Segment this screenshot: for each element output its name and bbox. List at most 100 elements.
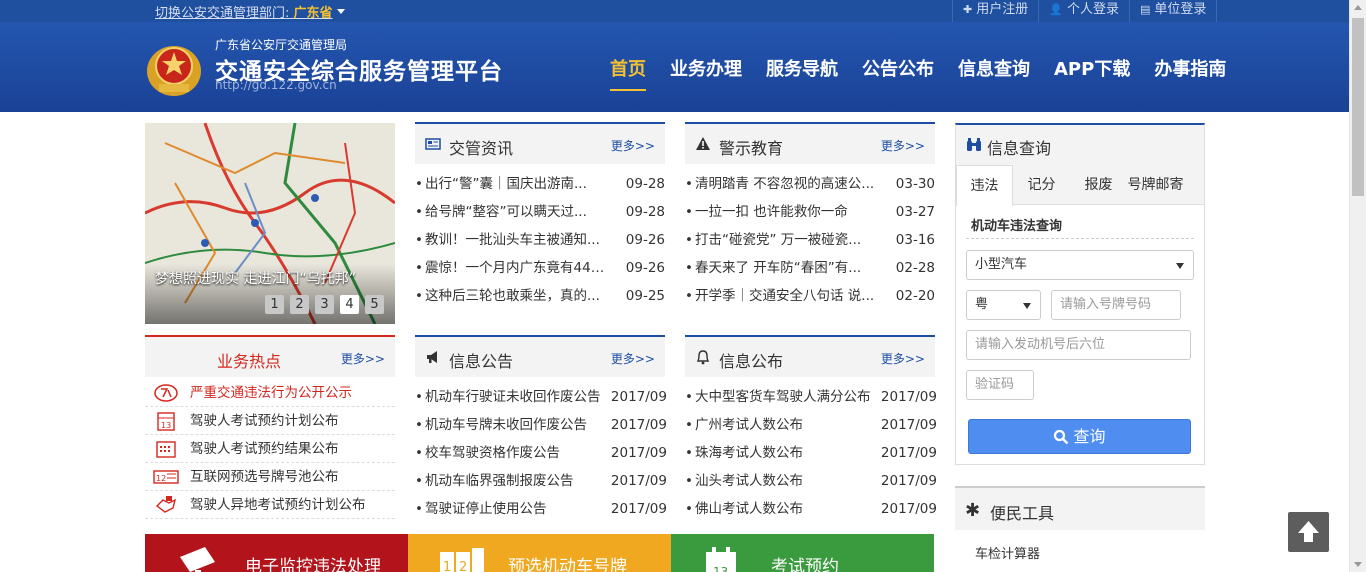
divider <box>966 238 1194 239</box>
nav-app-download[interactable]: APP下载 <box>1054 55 1130 91</box>
back-to-top-button[interactable] <box>1288 512 1329 552</box>
notice-panel: 信息公告 更多>> 机动车行驶证未收回作废公告2017/09 机动车号牌未收回作… <box>415 335 667 523</box>
carousel-page-2[interactable]: 2 <box>290 295 309 314</box>
province-select[interactable]: 粤 <box>966 290 1041 320</box>
tile-electronic-violation[interactable]: 电子监控违法处理 <box>145 534 408 572</box>
unit-login-label: 单位登录 <box>1154 2 1207 17</box>
car-inspection-calculator-link[interactable]: 车检计算器 <box>975 543 1040 562</box>
nav-announcement[interactable]: 公告公布 <box>862 55 934 91</box>
nav-guide[interactable]: 办事指南 <box>1154 55 1226 91</box>
list-item[interactable]: 出行“警”囊｜国庆出游南... 09-28 <box>415 170 665 198</box>
tab-points[interactable]: 记分 <box>1013 165 1070 204</box>
svg-text:13: 13 <box>713 565 728 572</box>
police-emblem-logo[interactable] <box>145 36 203 98</box>
hand-icon <box>155 496 177 513</box>
news-more-link[interactable]: 更多>> <box>611 137 655 154</box>
list-item[interactable]: 这种后三轮也敢乘坐，真的... 09-25 <box>415 282 665 310</box>
scroll-thumb[interactable] <box>1352 18 1364 196</box>
search-icon <box>1054 429 1069 445</box>
engine-number-input[interactable]: 请输入发动机号后六位 <box>966 330 1191 360</box>
province-value: 粤 <box>975 297 989 312</box>
carousel-page-3[interactable]: 3 <box>315 295 334 314</box>
list-item[interactable]: 汕头考试人数公布2017/09 <box>685 467 937 495</box>
scroll-down-icon[interactable] <box>1354 562 1362 567</box>
news-date: 09-28 <box>625 176 665 192</box>
warning-more-link[interactable]: 更多>> <box>881 137 925 154</box>
user-icon: 👤 <box>1049 3 1063 16</box>
chevron-down-icon <box>1023 303 1031 309</box>
plus-icon: ✚ <box>963 3 973 16</box>
notice-list: 机动车行驶证未收回作废公告2017/09 机动车号牌未收回作废公告2017/09… <box>415 377 667 523</box>
nav-info-query[interactable]: 信息查询 <box>958 55 1030 91</box>
personal-login-link[interactable]: 👤 个人登录 <box>1038 0 1129 22</box>
news-title: 这种后三轮也敢乘坐，真的... <box>415 282 607 310</box>
list-item[interactable]: 大中型客货车驾驶人满分公布2017/09 <box>685 383 937 411</box>
tab-scrap[interactable]: 报废 <box>1070 165 1127 204</box>
tab-plate-mail[interactable]: 号牌邮寄 <box>1127 165 1184 204</box>
list-item[interactable]: 校车驾驶资格作废公告2017/09 <box>415 439 667 467</box>
publish-panel-header: 信息公布 更多>> <box>685 337 935 377</box>
page-scrollbar[interactable] <box>1349 0 1366 572</box>
list-item[interactable]: 春天来了 开车防“春困”有... 02-28 <box>685 254 935 282</box>
list-item[interactable]: 一拉一扣 也许能救你一命 03-27 <box>685 198 935 226</box>
number-plate-icon: 12 <box>440 548 484 572</box>
list-item[interactable]: 机动车号牌未收回作废公告2017/09 <box>415 411 667 439</box>
list-item[interactable]: 严重交通违法行为公开公示 <box>145 379 395 407</box>
list-item[interactable]: 给号牌“整容”可以瞒天过... 09-28 <box>415 198 665 226</box>
captcha-input[interactable]: 验证码 <box>966 370 1034 400</box>
list-item[interactable]: 开学季｜交通安全八句话 说... 02-20 <box>685 282 935 310</box>
carousel-page-5[interactable]: 5 <box>365 295 384 314</box>
vehicle-type-value: 小型汽车 <box>975 257 1028 272</box>
tab-violation[interactable]: 违法 <box>956 165 1013 206</box>
hot-item-label: 严重交通违法行为公开公示 <box>190 385 352 401</box>
department-switcher[interactable]: 切换公安交通管理部门: 广东省 <box>155 2 345 21</box>
list-item[interactable]: 佛山考试人数公布2017/09 <box>685 495 937 523</box>
query-tabs: 违法 记分 报废 号牌邮寄 <box>956 165 1204 206</box>
list-item[interactable]: 驾驶证停止使用公告2017/09 <box>415 495 667 523</box>
register-link[interactable]: ✚ 用户注册 <box>952 0 1038 22</box>
tile-plate-preselect[interactable]: 12 预选机动车号牌 <box>408 534 671 572</box>
list-item[interactable]: 12 互联网预选号牌号池公布 <box>145 463 395 491</box>
publish-more-link[interactable]: 更多>> <box>881 350 925 367</box>
list-item[interactable]: 震惊！一个月内广东竟有446... 09-26 <box>415 254 665 282</box>
list-item[interactable]: 打击“碰瓷党” 万一被碰瓷... 03-16 <box>685 226 935 254</box>
carousel-page-1[interactable]: 1 <box>265 295 284 314</box>
unit-login-link[interactable]: ▤ 单位登录 <box>1128 0 1218 22</box>
publish-date: 2017/09 <box>880 389 937 405</box>
tools-panel-header: ✱ 便民工具 <box>955 488 1205 530</box>
list-item[interactable]: 清明踏青 不容忽视的高速公... 03-30 <box>685 170 935 198</box>
news-carousel[interactable]: 梦想照进现实 走进江门“乌托邦” 1 2 3 4 5 <box>145 123 395 324</box>
warning-date: 02-20 <box>895 288 935 304</box>
site-url: http://gd.122.gov.cn <box>215 78 337 92</box>
nav-home[interactable]: 首页 <box>610 55 646 91</box>
register-label: 用户注册 <box>976 2 1029 17</box>
carousel-page-4[interactable]: 4 <box>340 295 359 314</box>
news-date: 09-28 <box>625 204 665 220</box>
nav-business[interactable]: 业务办理 <box>670 55 742 91</box>
scroll-up-icon[interactable] <box>1354 5 1362 10</box>
svg-text:2: 2 <box>459 560 467 572</box>
tile-exam-booking[interactable]: 13 考试预约 <box>671 534 934 572</box>
list-item[interactable]: 广州考试人数公布2017/09 <box>685 411 937 439</box>
tools-panel: ✱ 便民工具 车检计算器 <box>955 486 1205 562</box>
camera-icon <box>180 547 215 572</box>
warning-icon <box>696 137 710 150</box>
list-item[interactable]: 驾驶人考试预约结果公布 <box>145 435 395 463</box>
list-item[interactable]: 驾驶人异地考试预约计划公布 <box>145 491 395 519</box>
list-item[interactable]: 珠海考试人数公布2017/09 <box>685 439 937 467</box>
account-links: ✚ 用户注册 👤 个人登录 ▤ 单位登录 <box>952 0 1218 22</box>
nav-service[interactable]: 服务导航 <box>766 55 838 91</box>
vehicle-type-select[interactable]: 小型汽车 <box>966 250 1194 280</box>
list-item[interactable]: 13 驾驶人考试预约计划公布 <box>145 407 395 435</box>
list-item[interactable]: 机动车行驶证未收回作废公告2017/09 <box>415 383 667 411</box>
warning-panel-header: 警示教育 更多>> <box>685 124 935 164</box>
hot-more-link[interactable]: 更多>> <box>341 350 385 367</box>
list-item[interactable]: 教训！一批汕头车主被通知... 09-26 <box>415 226 665 254</box>
plate-number-input[interactable]: 请输入号牌号码 <box>1051 290 1181 320</box>
news-title: 震惊！一个月内广东竟有446... <box>415 254 607 282</box>
query-panel-header: 信息查询 <box>956 125 1204 165</box>
notice-more-link[interactable]: 更多>> <box>611 350 655 367</box>
list-item[interactable]: 机动车临界强制报废公告2017/09 <box>415 467 667 495</box>
query-submit-button[interactable]: 查询 <box>968 419 1191 454</box>
carousel-caption[interactable]: 梦想照进现实 走进江门“乌托邦” <box>155 268 356 288</box>
